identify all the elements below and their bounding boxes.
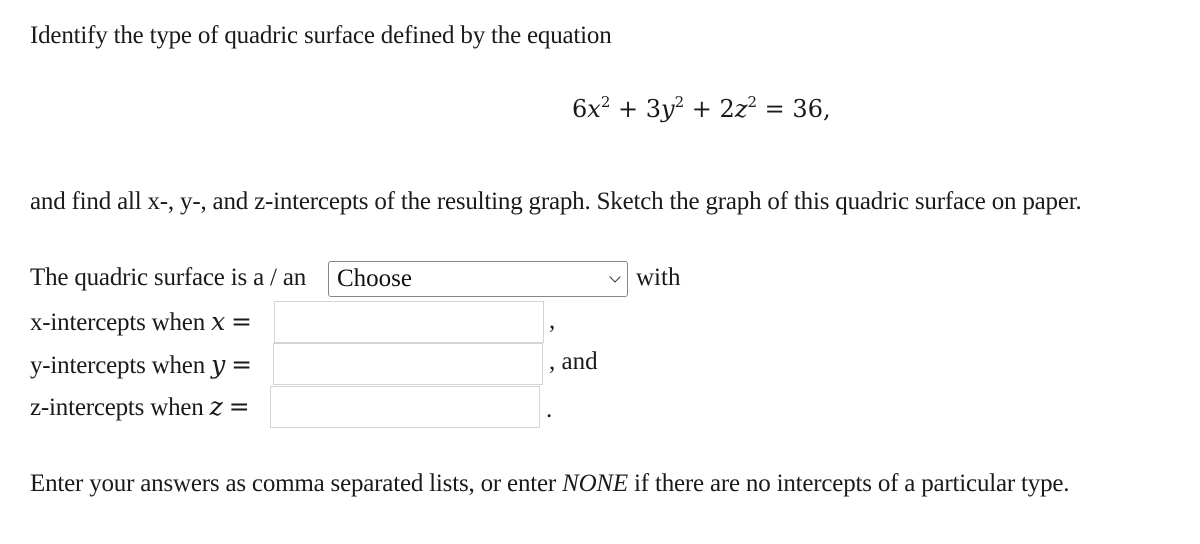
plus-sign: + — [691, 95, 712, 123]
x-label-text: x-intercepts when — [30, 309, 206, 336]
equation: 6x2 + 3y2 + 2z2 = 36, — [572, 93, 831, 124]
exp-x: 2 — [600, 93, 611, 111]
surface-label: The quadric surface is a / an — [30, 264, 307, 291]
z-var: z — [209, 392, 223, 421]
y-intercepts-label: y-intercepts when y = — [30, 350, 252, 380]
x-intercepts-label: x-intercepts when x = — [30, 307, 252, 337]
instructions-after: if there are no intercepts of a particul… — [634, 470, 1070, 497]
instructions: Enter your answers as comma separated li… — [30, 470, 1070, 498]
z-suffix: . — [546, 396, 553, 423]
y-label-text: y-intercepts when — [30, 352, 206, 379]
x-suffix: , — [549, 307, 556, 334]
equals-sign: = — [764, 95, 785, 123]
x-var: x — [211, 307, 225, 336]
y-eq-sign: = — [231, 350, 252, 379]
surface-type-select[interactable]: Choose — [328, 261, 628, 297]
y-intercepts-input[interactable] — [273, 343, 543, 385]
y-var: y — [211, 350, 226, 379]
with-label: with — [636, 264, 681, 291]
coef-z: 2 — [719, 95, 735, 123]
exp-y: 2 — [674, 93, 685, 111]
z-intercepts-input[interactable] — [270, 386, 540, 428]
x-eq-sign: = — [231, 307, 252, 336]
exp-z: 2 — [747, 93, 758, 111]
z-label-text: z-intercepts when — [30, 394, 204, 421]
chevron-down-icon — [609, 271, 621, 283]
var-x: x — [587, 95, 601, 123]
coef-x: 6 — [572, 95, 588, 123]
plus-sign: + — [618, 95, 639, 123]
var-z: z — [734, 95, 748, 123]
y-suffix: , and — [549, 348, 598, 375]
x-intercepts-input[interactable] — [274, 301, 544, 343]
question-continuation: and find all x-, y-, and z-intercepts of… — [30, 188, 1082, 215]
z-intercepts-label: z-intercepts when z = — [30, 392, 250, 422]
none-keyword: NONE — [562, 470, 628, 497]
question-intro: Identify the type of quadric surface def… — [30, 22, 612, 49]
instructions-before: Enter your answers as comma separated li… — [30, 470, 557, 497]
select-value: Choose — [337, 265, 412, 292]
var-y: y — [661, 95, 675, 123]
coef-y: 3 — [645, 95, 662, 123]
rhs-value: 36 — [792, 95, 823, 123]
equation-comma: , — [822, 95, 831, 123]
z-eq-sign: = — [228, 392, 250, 421]
